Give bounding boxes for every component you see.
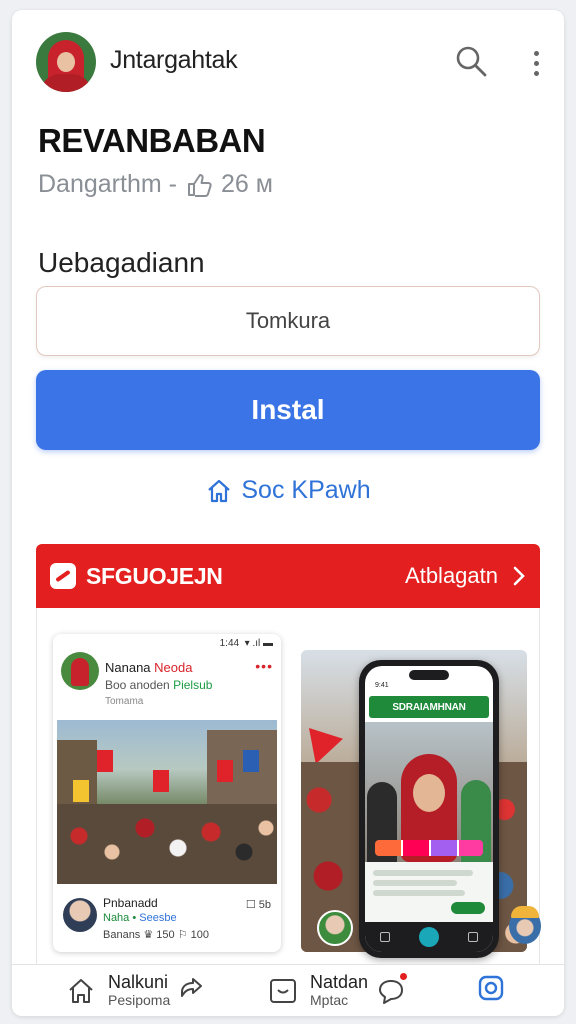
screenshot-avatar-left [317,910,353,946]
phone-nav [365,922,493,952]
post-meta: Tomama [105,696,144,707]
chat-bubble-icon [379,979,404,1004]
phone-mockup: 9:41 SDRAIAMHNAN [359,660,499,958]
secondary-button[interactable]: Tomkura [36,286,540,356]
nav-item-home[interactable]: Nalkuni Pesipoma [66,972,206,1008]
banner-link[interactable]: Atblagatn [405,563,526,589]
footer-stats: Banans ♛ 150 ⚐ 100 [103,929,209,941]
screenshot-post[interactable]: 1:44 ▾ .ıl ▬ Nanana Neoda ••• Boo anoden… [53,634,281,952]
status-bar: 1:44 ▾ .ıl ▬ [219,638,273,649]
phone-title: SDRAIAMHNAN [369,696,489,718]
post-author: Nanana Neoda [105,660,193,675]
avatar[interactable] [36,32,96,92]
phone-status-bar: 9:41 [375,682,389,689]
message-square-icon [270,978,296,1003]
app-detail-card: Jntargahtak REVANBABAN Dangarthm - 26 м … [12,10,564,1016]
promo-banner[interactable]: SFGUOJEJN Atblagatn [36,544,540,608]
post-subtitle: Boo anoden Pielsub [105,678,213,692]
developer-name[interactable]: Dangarthm - [38,170,177,199]
post-more-icon: ••• [255,658,273,674]
thumbs-up-icon [187,173,212,197]
footer-subtitle: Naha • Seesbe [103,912,177,924]
section-heading: Uebagadiann [38,247,205,278]
nav-item-camera[interactable] [476,973,506,1003]
nav-item-home-label: Nalkuni [108,972,169,992]
home-icon [69,978,93,1003]
nav-item-home-sub: Pesipoma [108,991,171,1008]
notification-dot [400,973,407,980]
post-footer: Pnbanadd Naha • Seesbe Banans ♛ 150 ⚐ 10… [53,890,281,952]
more-vertical-icon[interactable] [526,48,546,78]
nav-item-messages[interactable]: Natdan Mptac [268,972,407,1008]
phone-video [365,722,493,862]
bottom-nav: Nalkuni Pesipoma Natdan Mptac [12,964,564,1016]
post-image [57,720,277,884]
share-link[interactable]: Soc KPawh [12,476,564,505]
rating-value: 26 м [220,170,273,198]
home-icon [208,479,231,502]
share-link-label: Soc KPawh [241,476,371,504]
install-button[interactable]: Instal [36,370,540,450]
brand-logo-icon [50,563,76,589]
app-meta: Dangarthm - 26 м [38,170,273,199]
banner-link-label: Atblagatn [405,563,498,588]
share-icon [181,977,203,997]
username[interactable]: Jntargahtak [110,46,238,75]
app-title: REVANBABAN [38,122,266,159]
screenshot-avatar-right [509,906,541,944]
camera-icon [478,975,504,1001]
chevron-right-icon [513,566,525,586]
footer-badge: ☐ 5b [245,899,271,911]
phone-comments [365,862,493,922]
nav-item-messages-label: Natdan [310,972,369,992]
footer-avatar [63,898,97,932]
search-icon[interactable] [454,44,488,78]
nav-item-messages-sub: Mptac [310,991,349,1008]
footer-name: Pnbanadd [103,896,158,910]
post-avatar [61,652,99,690]
banner-title: SFGUOJEJN [86,562,223,589]
header: Jntargahtak [12,10,564,110]
screenshot-gallery[interactable]: 1:44 ▾ .ıl ▬ Nanana Neoda ••• Boo anoden… [36,608,541,964]
